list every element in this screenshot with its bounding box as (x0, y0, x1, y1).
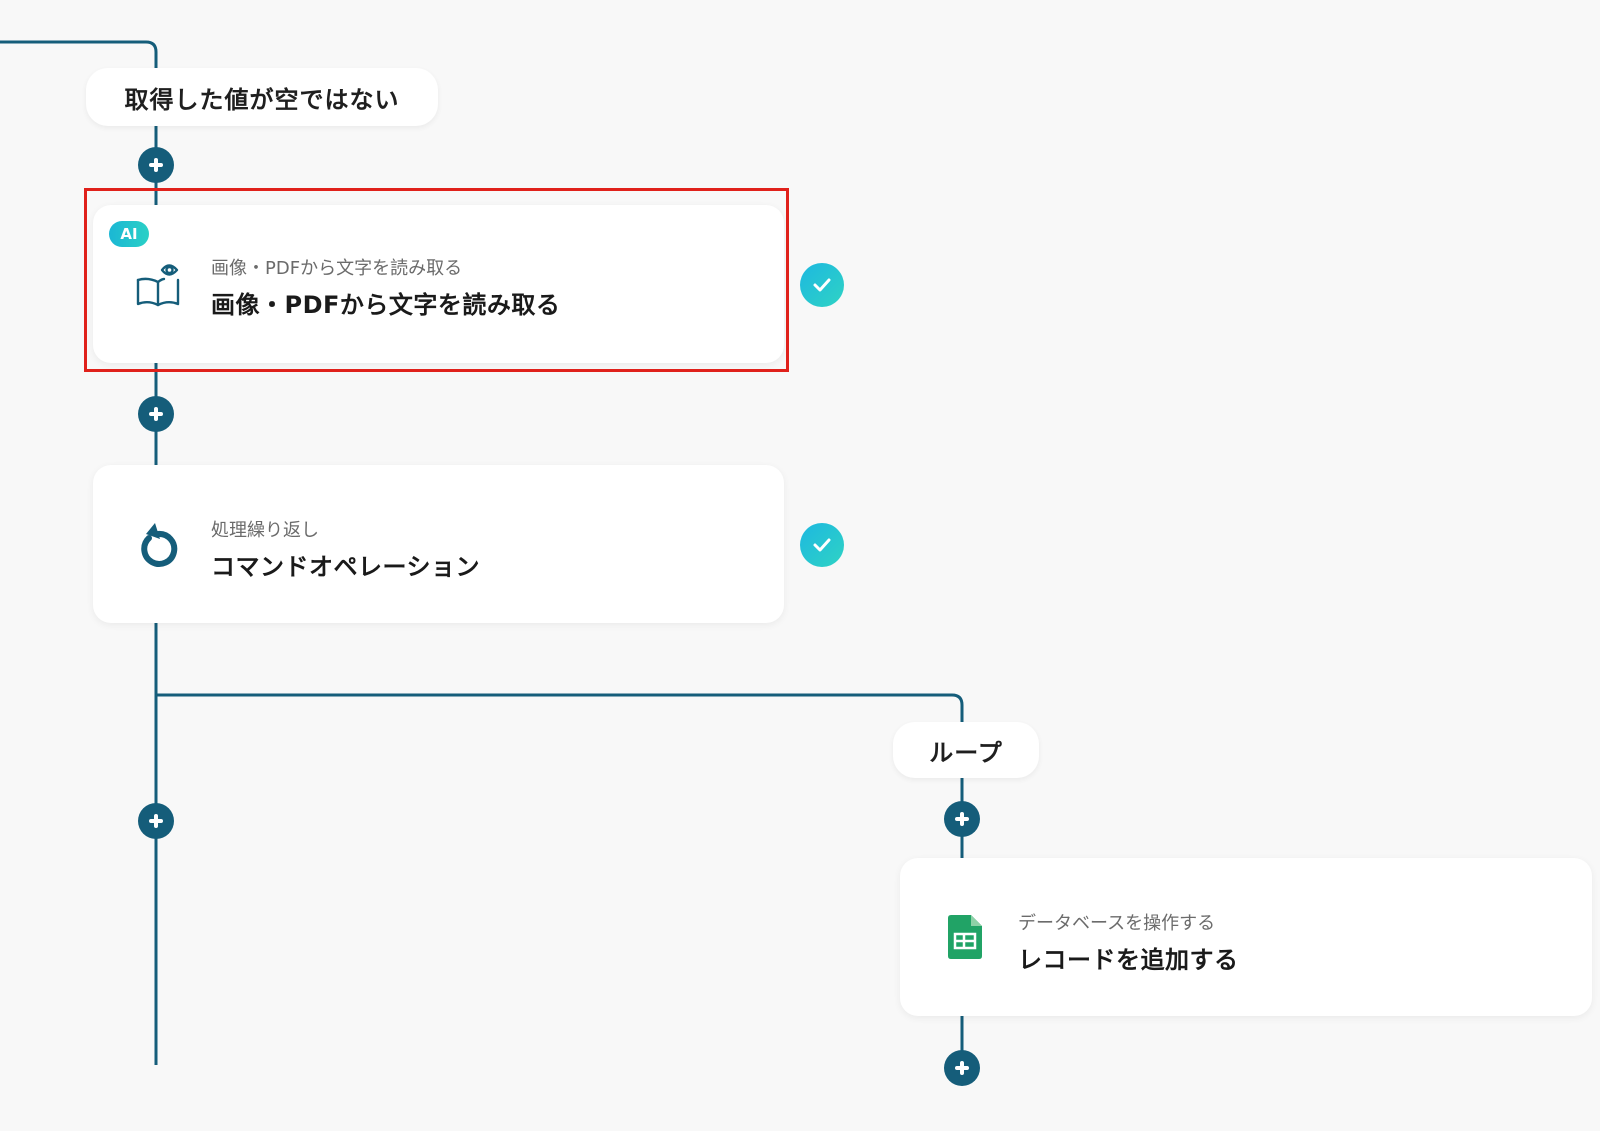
loop-label[interactable]: ループ (893, 722, 1039, 778)
condition-label[interactable]: 取得した値が空ではない (86, 68, 438, 126)
completed-check-icon (800, 263, 844, 307)
step-subtitle: 処理繰り返し (211, 520, 319, 541)
add-step-button[interactable] (138, 396, 174, 432)
step-title: レコードを追加する (1018, 946, 1239, 974)
flow-canvas: 取得した値が空ではない AI 画像・PDFから文字を読み取る 画像・PDFから文… (0, 0, 1600, 1131)
step-subtitle: 画像・PDFから文字を読み取る (211, 258, 463, 279)
step-title: コマンドオペレーション (211, 553, 481, 581)
step-subtitle: データベースを操作する (1018, 913, 1216, 934)
loop-label-text: ループ (929, 738, 1003, 767)
add-step-button[interactable] (944, 801, 980, 837)
add-step-button[interactable] (944, 1050, 980, 1086)
loop-arrow-icon (133, 519, 183, 569)
step-card-ocr[interactable]: AI 画像・PDFから文字を読み取る 画像・PDFから文字を読み取る (93, 205, 784, 363)
connector-loop-branch (156, 693, 964, 722)
google-sheets-icon (940, 912, 990, 962)
completed-check-icon (800, 523, 844, 567)
connector-top-branch (0, 40, 158, 70)
add-step-button[interactable] (138, 803, 174, 839)
add-step-button[interactable] (138, 147, 174, 183)
step-title: 画像・PDFから文字を読み取る (211, 291, 561, 319)
step-card-loop[interactable]: 処理繰り返し コマンドオペレーション (93, 465, 784, 623)
condition-label-text: 取得した値が空ではない (124, 85, 400, 114)
step-card-sheets[interactable]: データベースを操作する レコードを追加する (900, 858, 1592, 1016)
book-eye-icon (133, 259, 183, 309)
ai-badge: AI (109, 221, 149, 247)
